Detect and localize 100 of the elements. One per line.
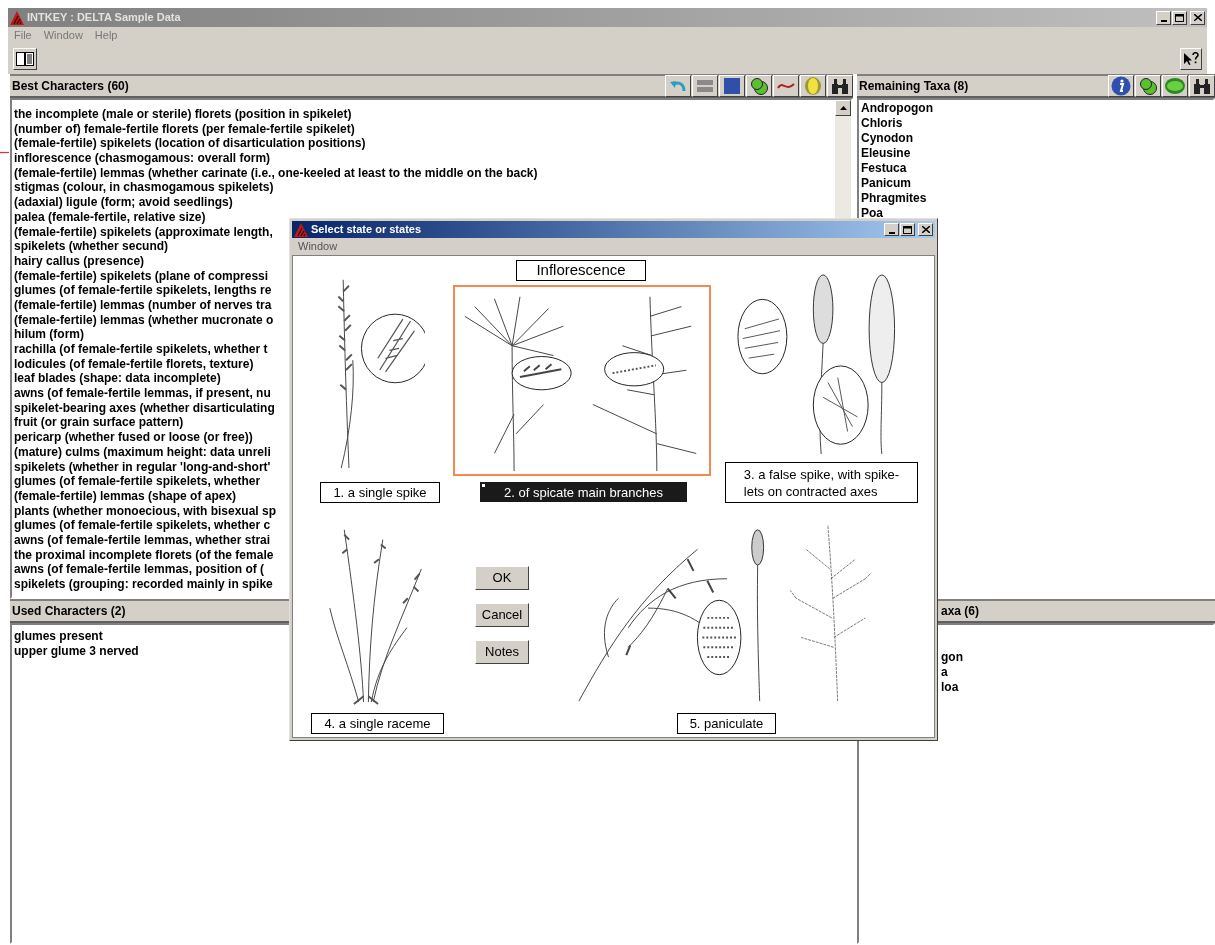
character-item[interactable]: (female-fertile) lemmas (whether mucronate o: [14, 312, 274, 327]
toolbar-button[interactable]: [1189, 75, 1215, 97]
logo-icon: [10, 10, 24, 25]
toolbar-button[interactable]: [746, 75, 772, 97]
help-pointer-icon: [1183, 52, 1199, 66]
oval-icon: [1164, 77, 1186, 95]
overlapping-circles-icon: [1139, 77, 1157, 95]
toolbar-button[interactable]: [719, 75, 745, 97]
toolbar-button[interactable]: [665, 75, 691, 97]
character-item[interactable]: leaf blades (shape: data incomplete): [14, 371, 221, 386]
book-icon: [16, 52, 34, 66]
toolbar-button[interactable]: [1135, 75, 1161, 97]
option-label[interactable]: 5. paniculate: [677, 713, 776, 734]
character-item[interactable]: the incomplete (male or sterile) florets (position in spikelet): [14, 107, 352, 121]
character-item[interactable]: (female-fertile) spikelets (approximate length,: [14, 224, 273, 239]
scroll-up-button[interactable]: [835, 100, 851, 116]
option-label[interactable]: 3. a false spike, with spike- lets on contracted axes: [725, 462, 918, 503]
option-label[interactable]: 4. a single raceme: [311, 713, 444, 734]
square-icon: [724, 78, 740, 94]
taxon-item[interactable]: Festuca: [861, 161, 1213, 176]
character-item[interactable]: awns (of female-fertile lemmas, if present, nu: [14, 386, 271, 401]
character-item[interactable]: pericarp (whether fused or loose (or free)): [14, 430, 253, 445]
window-title: INTKEY : DELTA Sample Data: [27, 10, 182, 26]
character-item[interactable]: hairy callus (presence): [14, 253, 145, 268]
taxon-item[interactable]: loa: [941, 680, 959, 694]
character-item[interactable]: (mature) culms (maximum height: data unreli: [14, 444, 271, 459]
close-icon: [921, 226, 930, 233]
toolbar-button[interactable]: [827, 75, 853, 97]
character-item[interactable]: palea (female-fertile, relative size): [14, 209, 206, 224]
toolbar-button[interactable]: [773, 75, 799, 97]
overlapping-circles-icon: [750, 77, 768, 95]
character-item[interactable]: rachilla (of female-fertile spikelets, whether t: [14, 342, 268, 356]
oval-icon: [804, 76, 822, 96]
taxon-item[interactable]: Eleusine: [861, 146, 1213, 161]
option-label[interactable]: 1. a single spike: [320, 482, 440, 503]
taxon-item[interactable]: Andropogon: [861, 101, 1213, 116]
character-item[interactable]: glumes (of female-fertile spikelets, whether: [14, 474, 261, 489]
character-item[interactable]: (adaxial) ligule (form; avoid seedlings): [14, 195, 233, 210]
character-item[interactable]: (female-fertile) lemmas (whether carinate (i.e., one-keeled at least to the middle on the back): [14, 165, 538, 180]
character-item[interactable]: (female-fertile) lemmas (number of nerves tra: [14, 297, 272, 312]
toolbar-button[interactable]: [1162, 75, 1188, 97]
character-item[interactable]: glumes (of female-fertile spikelets, whether c: [14, 518, 271, 533]
character-item[interactable]: lodicules (of female-fertile florets, texture): [14, 356, 254, 371]
menu-item[interactable]: Window: [298, 238, 338, 255]
character-item[interactable]: spikelets (whether in regular 'long-and-short': [14, 459, 271, 474]
maximize-button[interactable]: [1172, 10, 1187, 25]
minimize-icon: [1160, 19, 1167, 22]
character-item[interactable]: fruit (or grain surface pattern): [14, 415, 184, 430]
dialog-button[interactable]: Notes: [475, 640, 529, 664]
character-item[interactable]: (female-fertile) lemmas (shape of apex): [14, 488, 237, 503]
character-item[interactable]: hilum (form): [14, 327, 84, 342]
minimize-button[interactable]: [1156, 10, 1171, 25]
character-item[interactable]: awns (of female-fertile lemmas, position of (: [14, 562, 265, 577]
curved-arrow-icon: [669, 79, 687, 93]
character-item[interactable]: (female-fertile) spikelets (plane of compressi: [14, 268, 269, 283]
minimize-button[interactable]: [884, 223, 899, 236]
character-item[interactable]: the proximal incomplete florets (of the female: [14, 547, 274, 562]
help-button[interactable]: [1180, 48, 1202, 70]
panel-title: Remaining Taxa (8): [859, 78, 969, 95]
panel-title: Best Characters (60): [12, 78, 129, 95]
dialog-button[interactable]: OK: [475, 566, 529, 590]
toolbar-button[interactable]: [13, 48, 37, 70]
panel-title: axa (6): [941, 603, 980, 620]
taxon-item[interactable]: Cynodon: [861, 131, 1213, 146]
character-item[interactable]: spikelets (grouping: recorded mainly in spike: [14, 577, 273, 591]
binoculars-icon: [1193, 77, 1211, 95]
taxon-item[interactable]: Panicum: [861, 176, 1213, 191]
toolbar-button[interactable]: [800, 75, 826, 97]
option-label[interactable]: 2. of spicate main branches: [480, 482, 687, 502]
binoculars-icon: [831, 77, 849, 95]
character-item[interactable]: awns (of female-fertile lemmas, whether strai: [14, 532, 271, 547]
taxon-item[interactable]: gon: [941, 650, 963, 664]
character-item[interactable]: glumes (of female-fertile spikelets, lengths re: [14, 283, 272, 298]
close-button[interactable]: [1190, 10, 1205, 25]
close-icon: [1193, 14, 1202, 21]
window-icon: [1175, 13, 1184, 22]
digitate-grass-drawing[interactable]: [453, 285, 711, 476]
taxon-item[interactable]: Poa: [861, 206, 1213, 221]
character-item[interactable]: spikelet-bearing axes (whether disarticulating: [14, 400, 275, 415]
character-item[interactable]: spikelets (whether secund): [14, 239, 169, 254]
panel-title: Used Characters (2): [12, 603, 126, 620]
taxon-item[interactable]: Phragmites: [861, 191, 1213, 206]
minimize-icon: [888, 231, 895, 234]
character-item[interactable]: inflorescence (chasmogamous: overall form): [14, 151, 271, 166]
toolbar-button[interactable]: [1108, 75, 1134, 97]
taxon-item[interactable]: a: [941, 665, 948, 679]
dialog-button[interactable]: Cancel: [475, 603, 529, 627]
character-item[interactable]: plants (whether monoecious, with bisexual sp: [14, 503, 277, 518]
up-arrow-icon: [839, 106, 847, 110]
toolbar-button[interactable]: [692, 75, 718, 97]
character-item[interactable]: (female-fertile) spikelets (location of disarticulation positions): [14, 136, 366, 151]
heading-label: Inflorescence: [516, 260, 646, 281]
taxon-item[interactable]: Chloris: [861, 116, 1213, 131]
close-button[interactable]: [918, 223, 933, 236]
maximize-button[interactable]: [900, 223, 915, 236]
info-icon: [1111, 76, 1131, 96]
character-item[interactable]: (number of) female-fertile florets (per female-fertile spikelet): [14, 121, 355, 136]
window-icon: [903, 225, 912, 234]
logo-icon: [294, 222, 308, 237]
character-item[interactable]: stigmas (colour, in chasmogamous spikelets): [14, 180, 274, 195]
